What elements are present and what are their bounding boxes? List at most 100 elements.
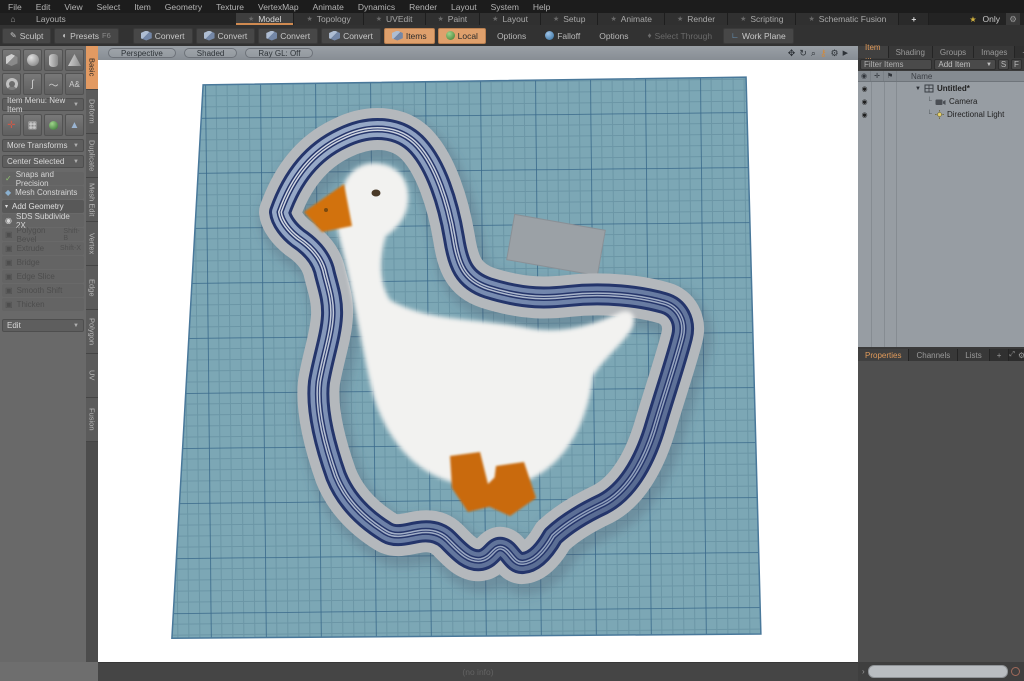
tab-paint[interactable]: ★Paint	[426, 13, 481, 25]
side-tab-edge[interactable]: Edge	[86, 266, 98, 310]
select-through-button[interactable]: ♦Select Through	[640, 28, 721, 44]
layouts-menu[interactable]: Layouts	[26, 13, 236, 25]
menu-system[interactable]: System	[491, 2, 519, 12]
menu-help[interactable]: Help	[533, 2, 550, 12]
panel-gear-icon[interactable]: ⚙	[1018, 351, 1024, 360]
local-action-center-button[interactable]: Local	[438, 28, 486, 44]
tab-topology[interactable]: ★Topology	[294, 13, 363, 25]
view-mode-dropdown[interactable]: Perspective	[108, 48, 176, 58]
side-tab-polygon[interactable]: Polygon	[86, 310, 98, 354]
flag-column-icon[interactable]: ⚑	[884, 71, 897, 81]
menu-vertexmap[interactable]: VertexMap	[258, 2, 299, 12]
primitive-torus-button[interactable]	[2, 73, 21, 95]
command-input[interactable]	[868, 665, 1008, 678]
tab-animate[interactable]: ★Animate	[598, 13, 664, 25]
side-tab-basic[interactable]: Basic	[86, 46, 98, 90]
primitive-cylinder-button[interactable]	[44, 49, 63, 71]
filter-items-input[interactable]: Filter Items	[860, 59, 932, 70]
work-plane-button[interactable]: ∟Work Plane	[723, 28, 794, 44]
tab-channels[interactable]: Channels	[909, 349, 958, 361]
expand-arrow-icon[interactable]: ▶	[843, 49, 848, 57]
menu-edit[interactable]: Edit	[36, 2, 51, 12]
tab-lists[interactable]: Lists	[958, 349, 989, 361]
raygl-dropdown[interactable]: Ray GL: Off	[245, 48, 313, 58]
falloff-button[interactable]: Falloff	[537, 28, 588, 44]
tab-scripting[interactable]: ★Scripting	[728, 13, 796, 25]
convert-button-3[interactable]: Convert	[258, 28, 318, 44]
action-center-options-button[interactable]: Options	[489, 28, 534, 44]
tool-polygon-bevel[interactable]: ▣Polygon BevelShift-B	[2, 228, 84, 241]
tool-extrude[interactable]: ▣ExtrudeShift-X	[2, 242, 84, 255]
gizmo-tool-button[interactable]: ✛	[2, 114, 21, 136]
viewport-3d[interactable]: Perspective Shaded Ray GL: Off ✥ ↻ ⌕ ⚷ ⚙…	[98, 46, 858, 662]
tab-setup[interactable]: ★Setup	[541, 13, 599, 25]
add-item-dropdown[interactable]: Add Item▼	[934, 59, 996, 70]
favorite-star-icon[interactable]: ★	[969, 15, 976, 24]
visibility-column-eye-icon[interactable]: ◉	[858, 71, 871, 81]
center-selected-dropdown[interactable]: Center Selected▼	[2, 155, 84, 168]
filter-button[interactable]: F	[1011, 59, 1022, 70]
convert-button-2[interactable]: Convert	[196, 28, 256, 44]
viewport-gear-icon[interactable]: ⚙	[831, 48, 839, 59]
curve-tool-button[interactable]: 〜	[44, 73, 63, 95]
add-panel-tab-button[interactable]: +	[1015, 46, 1024, 58]
command-history-icon[interactable]	[1011, 667, 1020, 676]
menu-texture[interactable]: Texture	[216, 2, 244, 12]
tab-item-list[interactable]: Item ...	[858, 46, 889, 58]
menu-select[interactable]: Select	[97, 2, 121, 12]
side-tab-mesh-edit[interactable]: Mesh Edit	[86, 178, 98, 222]
sculpt-button[interactable]: ✎Sculpt	[2, 28, 51, 44]
item-menu-dropdown[interactable]: Item Menu: New Item▼	[2, 98, 84, 111]
menu-render[interactable]: Render	[409, 2, 437, 12]
tab-uvedit[interactable]: ★UVEdit	[364, 13, 426, 25]
tab-render[interactable]: ★Render	[665, 13, 728, 25]
more-transforms-dropdown[interactable]: More Transforms▼	[2, 139, 84, 152]
add-tab-button[interactable]: +	[899, 13, 929, 25]
convert-button-4[interactable]: Convert	[321, 28, 381, 44]
helix-tool-button[interactable]: ʃ	[23, 73, 42, 95]
primitive-cone-button[interactable]	[65, 49, 84, 71]
snaps-and-precision-button[interactable]: ✓Snaps and Precision	[2, 172, 84, 185]
solo-button[interactable]: S	[998, 59, 1009, 70]
menu-view[interactable]: View	[64, 2, 82, 12]
expander-triangle-icon[interactable]: ▼	[915, 86, 921, 92]
convert-button-1[interactable]: Convert	[133, 28, 193, 44]
pan-icon[interactable]: ✥	[788, 48, 796, 59]
edit-dropdown[interactable]: Edit▼	[2, 319, 84, 332]
side-tab-fusion[interactable]: Fusion	[86, 398, 98, 442]
ground-mesh-button[interactable]: ▦	[23, 114, 42, 136]
pop-out-icon[interactable]: ⤢	[1009, 351, 1015, 359]
tool-smooth-shift[interactable]: ▣Smooth Shift	[2, 284, 84, 297]
menu-animate[interactable]: Animate	[313, 2, 344, 12]
viewport-canvas[interactable]	[98, 60, 858, 662]
tab-model[interactable]: ★Model	[236, 13, 294, 25]
tool-bridge[interactable]: ▣Bridge	[2, 256, 84, 269]
add-properties-tab-button[interactable]: +	[990, 349, 1010, 361]
tab-layout[interactable]: ★Layout	[480, 13, 541, 25]
tool-edge-slice[interactable]: ▣Edge Slice	[2, 270, 84, 283]
side-tab-vertex[interactable]: Vertex	[86, 222, 98, 266]
sphere-mesh-button[interactable]	[44, 114, 63, 136]
side-tab-uv[interactable]: UV	[86, 354, 98, 398]
shading-mode-dropdown[interactable]: Shaded	[184, 48, 238, 58]
falloff-options-button[interactable]: Options	[591, 28, 636, 44]
menu-layout[interactable]: Layout	[451, 2, 477, 12]
text-tool-button[interactable]: A&	[65, 73, 84, 95]
only-toggle[interactable]: Only	[983, 14, 1000, 24]
menu-file[interactable]: File	[8, 2, 22, 12]
pyramid-mesh-button[interactable]: ▲	[65, 114, 84, 136]
mesh-constraints-button[interactable]: ◆Mesh Constraints	[2, 186, 84, 199]
tab-groups[interactable]: Groups	[933, 46, 974, 58]
primitive-cube-button[interactable]	[2, 49, 21, 71]
menu-item[interactable]: Item	[134, 2, 151, 12]
side-tab-deform[interactable]: Deform	[86, 90, 98, 134]
tab-images[interactable]: Images	[974, 46, 1015, 58]
side-tab-duplicate[interactable]: Duplicate	[86, 134, 98, 178]
lock-column-icon[interactable]: ✛	[871, 71, 884, 81]
rotate-icon[interactable]: ↻	[799, 48, 807, 59]
menu-dynamics[interactable]: Dynamics	[358, 2, 395, 12]
gear-icon[interactable]: ⚙	[1006, 13, 1020, 25]
tab-shading[interactable]: Shading	[889, 46, 933, 58]
tab-schematic-fusion[interactable]: ★Schematic Fusion	[796, 13, 899, 25]
tool-thicken[interactable]: ▣Thicken	[2, 298, 84, 311]
